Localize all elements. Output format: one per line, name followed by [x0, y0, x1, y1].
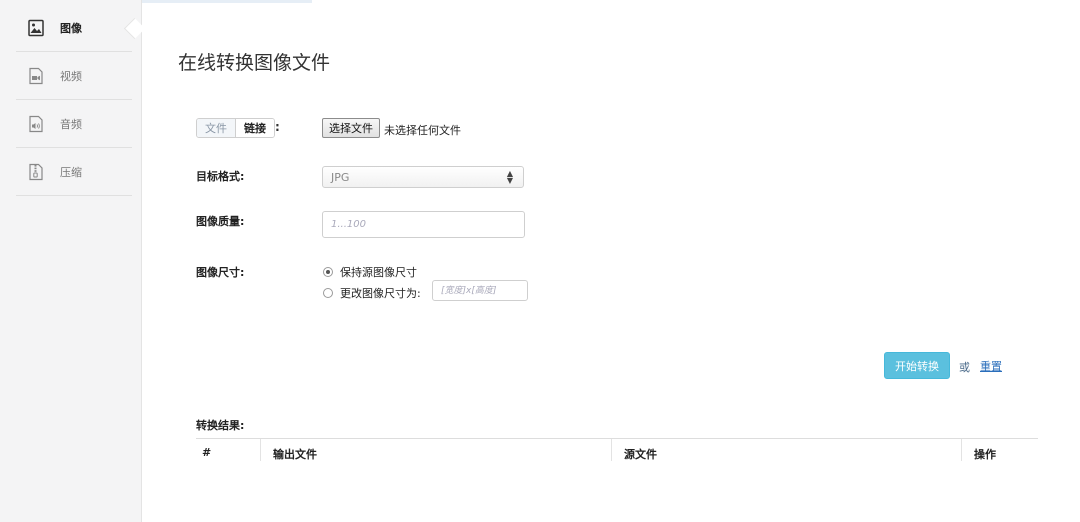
radio-change-size-dot[interactable]: [323, 288, 333, 298]
column-divider: [260, 439, 261, 461]
column-header-output: 输出文件: [273, 448, 317, 461]
sidebar-item-image[interactable]: 图像: [16, 4, 132, 52]
column-header-index: #: [202, 446, 212, 459]
source-colon: :: [275, 120, 280, 134]
image-file-icon: [26, 18, 46, 38]
results-table: # 输出文件 源文件 操作: [196, 438, 1038, 461]
column-divider: [611, 439, 612, 461]
archive-file-icon: [26, 162, 46, 182]
audio-file-icon: [26, 114, 46, 134]
sidebar-item-audio[interactable]: 音频: [16, 100, 132, 148]
top-strip: [142, 0, 312, 3]
page-title: 在线转换图像文件: [178, 52, 331, 74]
sidebar: 图像 视频 音频 压缩: [0, 0, 142, 522]
quality-label: 图像质量:: [196, 215, 245, 228]
quality-input[interactable]: [322, 211, 525, 238]
results-label: 转换结果:: [196, 419, 245, 432]
target-format-value: JPG: [331, 170, 350, 184]
radio-keep-size-label: 保持源图像尺寸: [340, 266, 417, 279]
size-dims-input[interactable]: [432, 280, 528, 301]
file-status-text: 未选择任何文件: [384, 124, 461, 137]
radio-change-size[interactable]: 更改图像尺寸为:: [323, 285, 421, 301]
column-divider: [961, 439, 962, 461]
or-text: 或: [959, 361, 970, 374]
size-label: 图像尺寸:: [196, 266, 245, 279]
sidebar-item-label: 视频: [60, 69, 82, 83]
target-format-select[interactable]: JPG ▲ ▼: [322, 166, 524, 188]
reset-link[interactable]: 重置: [980, 358, 1002, 374]
column-header-actions: 操作: [974, 448, 996, 461]
sidebar-item-archive[interactable]: 压缩: [16, 148, 132, 196]
radio-change-size-label: 更改图像尺寸为:: [340, 287, 421, 300]
sidebar-item-video[interactable]: 视频: [16, 52, 132, 100]
radio-keep-size[interactable]: 保持源图像尺寸: [323, 264, 417, 280]
target-format-label: 目标格式:: [196, 170, 245, 183]
video-file-icon: [26, 66, 46, 86]
start-convert-button[interactable]: 开始转换: [884, 352, 950, 379]
radio-keep-size-dot[interactable]: [323, 267, 333, 277]
sidebar-item-label: 图像: [60, 21, 82, 35]
sidebar-item-label: 音频: [60, 117, 82, 131]
source-toggle: 文件 链接: [196, 118, 275, 138]
choose-file-button[interactable]: 选择文件: [322, 118, 380, 138]
tab-file[interactable]: 文件: [197, 119, 236, 137]
select-arrows-icon: ▲ ▼: [506, 169, 513, 185]
column-header-source: 源文件: [624, 448, 657, 461]
sidebar-item-label: 压缩: [60, 165, 82, 179]
tab-link[interactable]: 链接: [236, 119, 274, 137]
